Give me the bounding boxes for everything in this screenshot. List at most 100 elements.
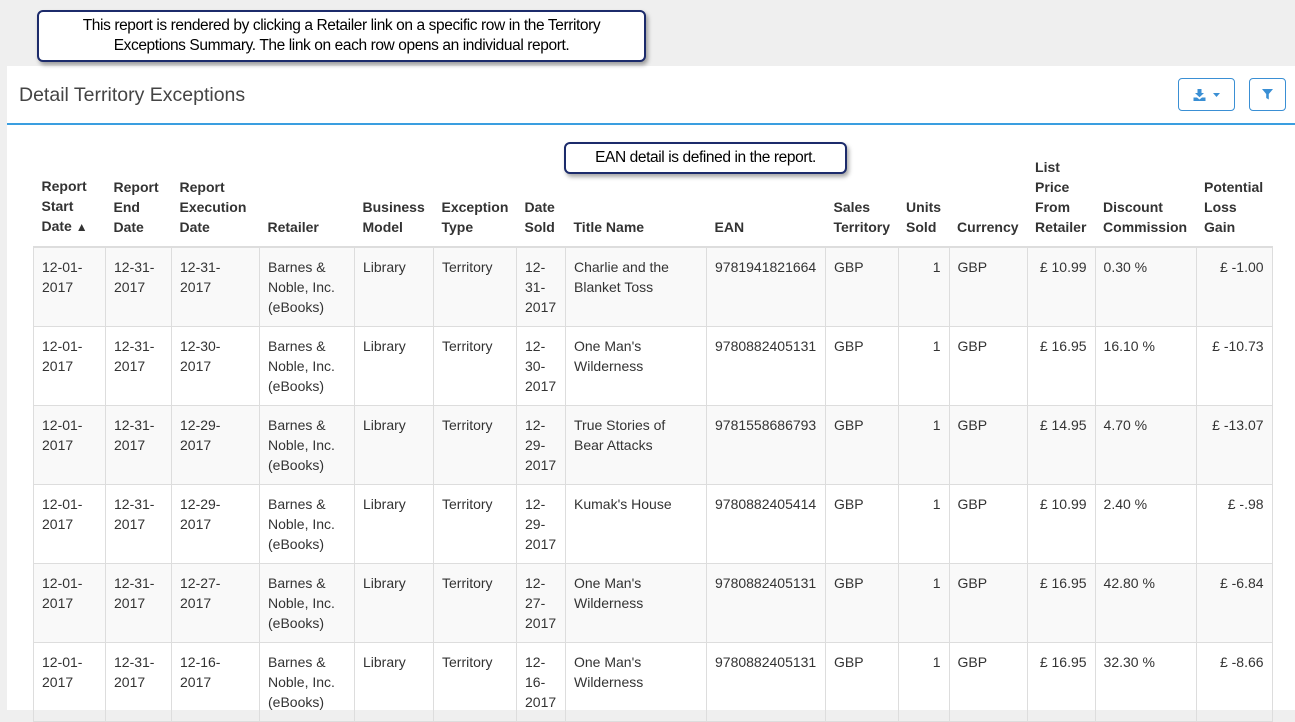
cell-discount-commission: 4.70 % [1094, 405, 1197, 485]
cell-title-name: Kumak's House [565, 484, 707, 564]
cell-line: 2017 [525, 378, 557, 394]
filter-button[interactable] [1249, 78, 1286, 111]
cell-report-end-date: 12-31- 2017 [105, 405, 172, 485]
cell-units-sold: 1 [897, 326, 950, 406]
cell-currency: GBP [948, 405, 1028, 485]
cell-ean: 9780882405131 [706, 326, 826, 406]
cell-line: Noble, Inc. [268, 595, 335, 611]
header-line: Sales [833, 199, 871, 215]
cell-line: 2017 [42, 595, 74, 611]
cell-line: 12-31- [114, 417, 155, 433]
cell-line: 12-01- [42, 259, 83, 275]
cell-line: Kumak's House [574, 496, 672, 512]
cell-report-end-date: 12-31- 2017 [105, 246, 172, 327]
cell-line: True Stories of [574, 417, 666, 433]
cell-retailer[interactable]: Barnes & Noble, Inc. (eBooks) [259, 484, 355, 564]
header-line: List [1035, 159, 1060, 175]
cell-line: (eBooks) [268, 378, 325, 394]
header-line: Report [41, 178, 87, 194]
instruction-callout-line-1: This report is rendered by clicking a Re… [82, 17, 601, 34]
cell-title-name: True Stories of Bear Attacks [565, 405, 707, 485]
column-header-currency[interactable]: Currency [949, 157, 1028, 248]
cell-title-name: One Man's Wilderness [565, 326, 707, 406]
cell-line: 12-29- [180, 417, 221, 433]
cell-retailer[interactable]: Barnes & Noble, Inc. (eBooks) [259, 246, 355, 327]
header-line: Title Name [573, 219, 645, 235]
header-line: Currency [957, 219, 1019, 235]
cell-ean: 9781558686793 [706, 405, 826, 485]
cell-line: 12-01- [42, 654, 83, 670]
cell-ean: 9780882405414 [706, 484, 826, 564]
cell-line: One Man's [574, 575, 642, 591]
column-header-exception-type[interactable]: Exception Type [433, 157, 517, 248]
download-icon [1193, 88, 1206, 101]
cell-line: (eBooks) [268, 694, 325, 710]
cell-potential-loss-gain: £ -13.07 [1195, 405, 1273, 485]
cell-potential-loss-gain: £ -1.00 [1195, 246, 1273, 327]
cell-line: 2017 [525, 694, 557, 710]
cell-line: Wilderness [574, 674, 644, 690]
column-header-discount-commission[interactable]: Discount Commission [1095, 157, 1197, 248]
sort-ascending-icon: ▲ [75, 220, 88, 234]
exceptions-table: Report Start Date ▲ Report End Date Repo… [33, 157, 1273, 722]
cell-line: 12- [525, 417, 546, 433]
cell-list-price: £ 10.99 [1026, 484, 1096, 564]
cell-line: 2017 [114, 437, 146, 453]
cell-line: 2017 [180, 674, 212, 690]
cell-discount-commission: 16.10 % [1094, 326, 1197, 406]
cell-line: 27- [525, 595, 546, 611]
cell-line: 12-30- [180, 338, 221, 354]
column-header-business-model[interactable]: Business Model [354, 157, 434, 248]
cell-report-end-date: 12-31- 2017 [105, 563, 172, 643]
cell-business-model: Library [354, 563, 434, 643]
cell-line: Barnes & [268, 575, 326, 591]
cell-retailer[interactable]: Barnes & Noble, Inc. (eBooks) [259, 326, 355, 406]
cell-title-name: Charlie and the Blanket Toss [565, 246, 707, 327]
cell-line: Wilderness [574, 595, 644, 611]
cell-line: (eBooks) [268, 299, 325, 315]
cell-line: 2017 [525, 536, 557, 552]
cell-retailer[interactable]: Barnes & Noble, Inc. (eBooks) [259, 563, 355, 643]
column-header-date-sold[interactable]: Date Sold [516, 157, 566, 248]
cell-report-execution-date: 12-27- 2017 [171, 563, 260, 643]
cell-date-sold: 12- 31- 2017 [516, 246, 566, 327]
cell-line: 12-31- [114, 496, 155, 512]
cell-line: 2017 [42, 437, 74, 453]
cell-line: Barnes & [268, 259, 326, 275]
header-line: Date [179, 219, 210, 235]
cell-exception-type: Territory [433, 246, 517, 327]
column-header-report-end-date[interactable]: Report End Date [105, 157, 172, 248]
cell-line: Blanket Toss [574, 279, 654, 295]
header-line: From [1035, 199, 1071, 215]
cell-line: 12-31- [114, 259, 155, 275]
cell-line: 29- [525, 437, 546, 453]
cell-line: 2017 [114, 674, 146, 690]
page-title: Detail Territory Exceptions [19, 84, 246, 106]
cell-report-end-date: 12-31- 2017 [105, 484, 172, 564]
header-line: Business [362, 199, 425, 215]
cell-report-start-date: 12-01- 2017 [33, 484, 106, 564]
cell-potential-loss-gain: £ -10.73 [1195, 326, 1273, 406]
instruction-callout: This report is rendered by clicking a Re… [37, 10, 646, 62]
column-header-retailer[interactable]: Retailer [259, 157, 355, 248]
chevron-down-icon [1213, 92, 1220, 97]
column-header-report-execution-date[interactable]: Report Execution Date [171, 157, 260, 248]
cell-retailer[interactable]: Barnes & Noble, Inc. (eBooks) [259, 405, 355, 485]
column-header-list-price[interactable]: List Price From Retailer [1027, 157, 1096, 248]
cell-line: 2017 [114, 595, 146, 611]
cell-line: 12-01- [42, 338, 83, 354]
cell-line: Wilderness [574, 358, 644, 374]
cell-line: 12-01- [42, 575, 83, 591]
column-header-report-start-date[interactable]: Report Start Date ▲ [33, 157, 106, 248]
cell-report-end-date: 12-31- 2017 [105, 326, 172, 406]
cell-line: 2017 [114, 358, 146, 374]
column-header-units-sold[interactable]: Units Sold [898, 157, 950, 248]
cell-ean: 9781941821664 [706, 246, 826, 327]
cell-currency: GBP [948, 484, 1028, 564]
ean-callout: EAN detail is defined in the report. [564, 142, 847, 174]
download-button[interactable] [1178, 78, 1235, 111]
cell-line: 12- [525, 496, 546, 512]
cell-line: 2017 [114, 279, 146, 295]
column-header-potential-loss-gain[interactable]: Potential Loss Gain [1196, 157, 1273, 248]
cell-report-execution-date: 12-30- 2017 [171, 326, 260, 406]
